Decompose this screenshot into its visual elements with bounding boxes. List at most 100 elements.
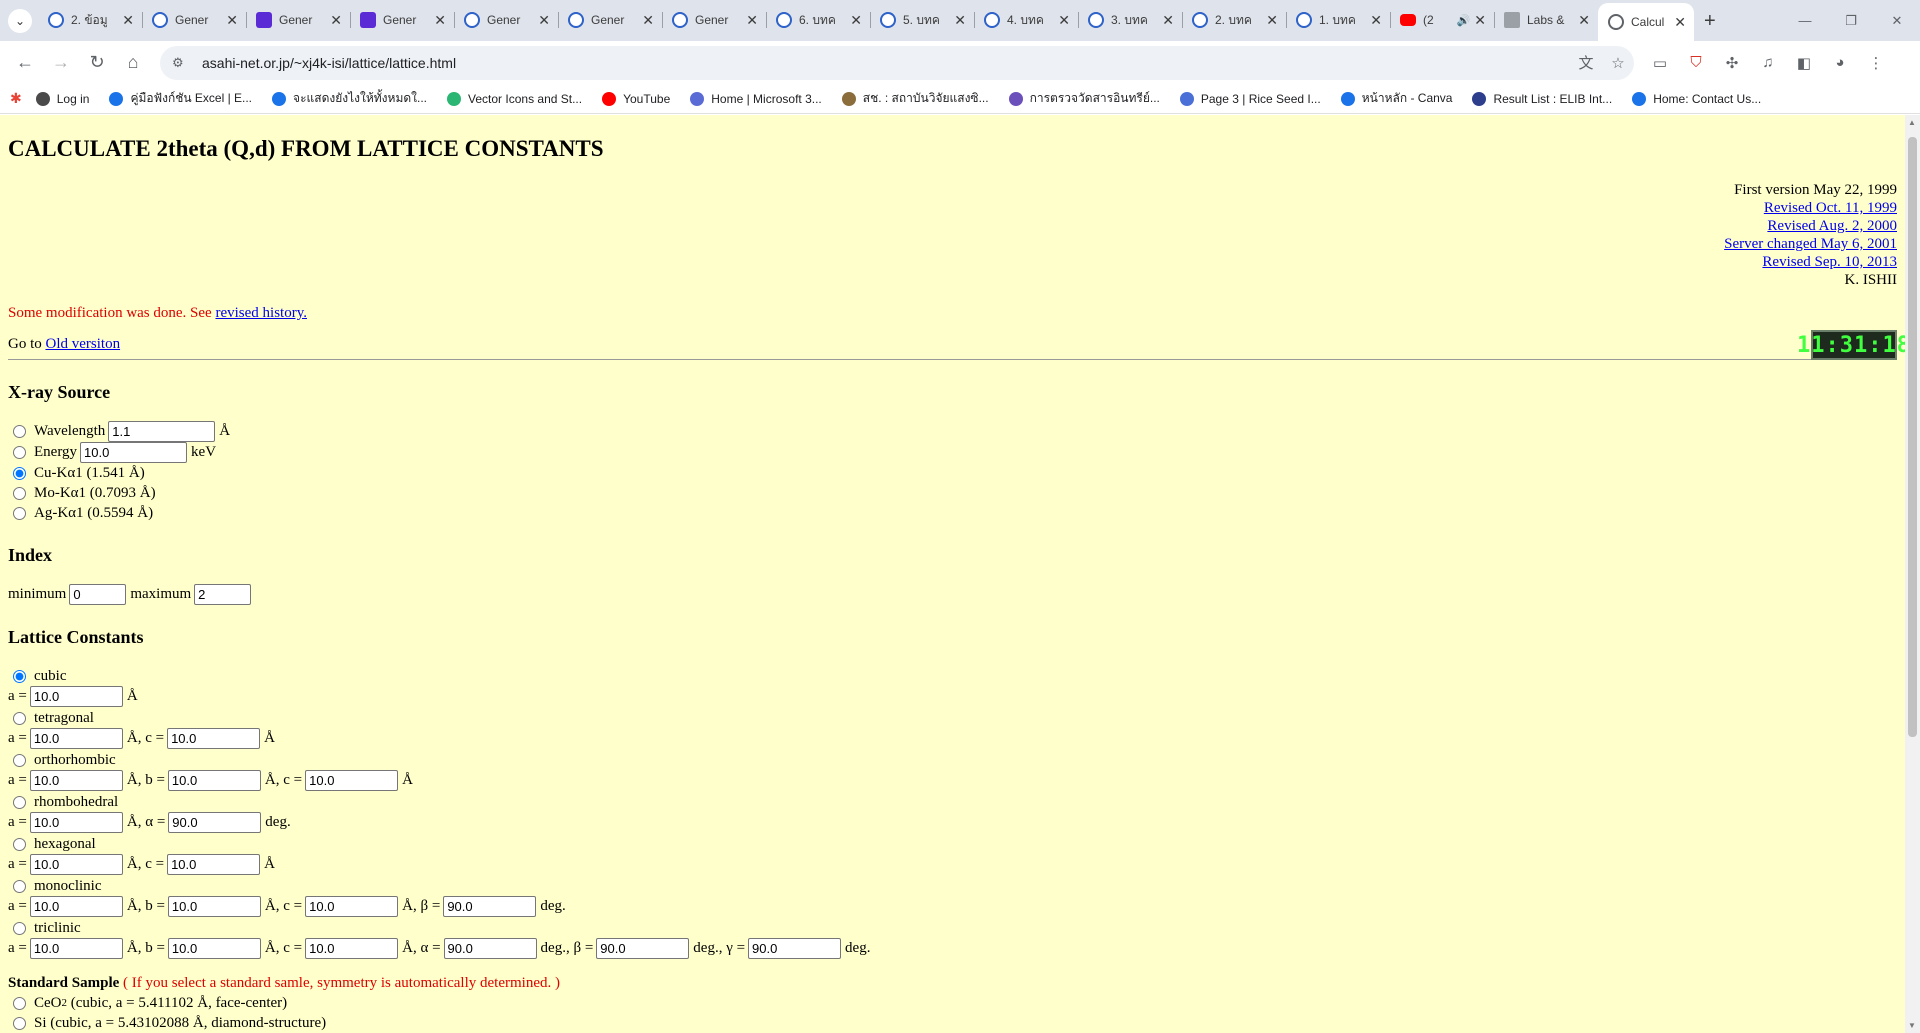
tetragonal-c-input[interactable] xyxy=(167,728,261,749)
browser-tab[interactable]: 2. บทค ✕ xyxy=(1182,3,1286,37)
site-info-icon[interactable]: ⚙ xyxy=(172,55,192,71)
translate-icon[interactable]: 文 xyxy=(1570,52,1602,73)
browser-tab[interactable]: 1. บทค ✕ xyxy=(1286,3,1390,37)
back-arrow-icon[interactable]: ← xyxy=(8,46,42,80)
profile-avatar[interactable]: ◕ xyxy=(1822,46,1858,80)
tab-close-icon[interactable]: ✕ xyxy=(1674,14,1686,31)
close-window-icon[interactable]: ✕ xyxy=(1874,0,1920,41)
revision-link-3[interactable]: Server changed May 6, 2001 xyxy=(1724,236,1897,252)
rhombohedral-radio[interactable] xyxy=(13,795,26,809)
forward-arrow-icon[interactable]: → xyxy=(44,46,78,80)
scroll-up-arrow-icon[interactable]: ▲ xyxy=(1908,118,1916,127)
tab-close-icon[interactable]: ✕ xyxy=(1474,12,1486,29)
minimize-icon[interactable]: — xyxy=(1782,0,1828,41)
tab-close-icon[interactable]: ✕ xyxy=(850,12,862,29)
triclinic-radio[interactable] xyxy=(13,921,26,935)
home-icon[interactable]: ⌂ xyxy=(116,46,150,80)
bookmark-item[interactable]: Page 3 | Rice Seed I... xyxy=(1179,89,1321,108)
tab-close-icon[interactable]: ✕ xyxy=(1266,12,1278,29)
bookmark-item[interactable]: จะแสดงยังไงให้ทั้งหมดใ... xyxy=(272,89,427,108)
media-control-icon[interactable]: ♫ xyxy=(1750,46,1786,80)
browser-tab[interactable]: Gener ✕ xyxy=(662,3,766,37)
orthorhombic-radio[interactable] xyxy=(13,753,26,767)
menu-dots-icon[interactable]: ⋮ xyxy=(1858,46,1894,80)
wavelength-radio[interactable] xyxy=(13,425,26,438)
tab-close-icon[interactable]: ✕ xyxy=(434,12,446,29)
tetragonal-a-input[interactable] xyxy=(29,728,123,749)
revision-link-2[interactable]: Revised Aug. 2, 2000 xyxy=(1767,218,1897,234)
browser-tab[interactable]: Labs & ✕ xyxy=(1494,3,1598,37)
url-text[interactable]: asahi-net.or.jp/~xj4k-isi/lattice/lattic… xyxy=(202,55,1570,71)
hexagonal-radio[interactable] xyxy=(13,837,26,851)
tab-close-icon[interactable]: ✕ xyxy=(746,12,758,29)
browser-tab[interactable]: Gener ✕ xyxy=(350,3,454,37)
bookmark-item[interactable]: Result List : ELIB Int... xyxy=(1472,89,1612,108)
tab-close-icon[interactable]: ✕ xyxy=(1162,12,1174,29)
monoclinic-c-input[interactable] xyxy=(305,896,399,917)
cu-ka1-radio[interactable] xyxy=(13,466,26,480)
orthorhombic-b-input[interactable] xyxy=(167,770,261,791)
cubic-a-input[interactable] xyxy=(29,686,123,707)
orthorhombic-a-input[interactable] xyxy=(29,770,123,791)
tab-close-icon[interactable]: ✕ xyxy=(1058,12,1070,29)
audio-playing-icon[interactable]: 🔊 xyxy=(1457,14,1471,27)
index-min-input[interactable] xyxy=(69,584,127,605)
bookmark-item[interactable]: YouTube xyxy=(602,89,670,108)
mo-ka1-radio[interactable] xyxy=(13,486,26,500)
tab-close-icon[interactable]: ✕ xyxy=(1370,12,1382,29)
browser-tab[interactable]: Gener ✕ xyxy=(558,3,662,37)
triclinic-c-input[interactable] xyxy=(305,938,399,959)
tab-search-chevron-icon[interactable]: ⌄ xyxy=(8,9,32,33)
browser-tab[interactable]: 6. บทค ✕ xyxy=(766,3,870,37)
browser-tab[interactable]: Gener ✕ xyxy=(142,3,246,37)
side-panel-icon[interactable]: ◧ xyxy=(1786,46,1822,80)
monoclinic-radio[interactable] xyxy=(13,879,26,893)
browser-tab[interactable]: 5. บทค ✕ xyxy=(870,3,974,37)
bookmark-item[interactable]: Home: Contact Us... xyxy=(1632,89,1761,108)
hexagonal-c-input[interactable] xyxy=(167,854,261,875)
browser-tab[interactable]: Gener ✕ xyxy=(454,3,558,37)
revised-history-link[interactable]: revised history. xyxy=(215,305,307,321)
restore-icon[interactable]: ❐ xyxy=(1828,0,1874,41)
si-radio[interactable] xyxy=(13,1016,26,1030)
tab-close-icon[interactable]: ✕ xyxy=(122,12,134,29)
extensions-puzzle-icon[interactable]: ✣ xyxy=(1714,46,1750,80)
triclinic-alpha-input[interactable] xyxy=(443,938,537,959)
new-tab-button[interactable]: + xyxy=(1704,10,1716,33)
browser-tab[interactable]: (2 🔊 ✕ xyxy=(1390,3,1494,37)
address-bar[interactable]: ⚙ asahi-net.or.jp/~xj4k-isi/lattice/latt… xyxy=(160,45,1634,80)
scrollbar-thumb[interactable] xyxy=(1908,137,1917,737)
apps-icon[interactable]: ✱ xyxy=(10,90,22,107)
orthorhombic-c-input[interactable] xyxy=(305,770,399,791)
ceo2-radio[interactable] xyxy=(13,996,26,1010)
triclinic-b-input[interactable] xyxy=(167,938,261,959)
scroll-down-arrow-icon[interactable]: ▼ xyxy=(1908,1021,1916,1030)
bookmark-item[interactable]: Home | Microsoft 3... xyxy=(690,89,822,108)
extension-shield-icon[interactable]: ⛉ xyxy=(1678,46,1714,80)
bookmark-item[interactable]: หน้าหลัก - Canva xyxy=(1340,89,1452,108)
tetragonal-radio[interactable] xyxy=(13,711,26,725)
page-scrollbar[interactable]: ▲ ▼ xyxy=(1905,115,1920,1033)
browser-tab[interactable]: Calcul ✕ xyxy=(1598,3,1694,41)
bookmark-item[interactable]: การตรวจวัดสารอินทรีย์... xyxy=(1008,89,1160,108)
monoclinic-a-input[interactable] xyxy=(29,896,123,917)
revision-link-4[interactable]: Revised Sep. 10, 2013 xyxy=(1762,254,1897,270)
tab-close-icon[interactable]: ✕ xyxy=(330,12,342,29)
energy-input[interactable] xyxy=(80,442,188,463)
monoclinic-b-input[interactable] xyxy=(167,896,261,917)
triclinic-gamma-input[interactable] xyxy=(748,938,842,959)
bookmark-item[interactable]: คู่มือฟังก์ชัน Excel | E... xyxy=(109,89,252,108)
bookmark-item[interactable]: Vector Icons and St... xyxy=(447,89,582,108)
browser-tab[interactable]: 3. บทค ✕ xyxy=(1078,3,1182,37)
tab-close-icon[interactable]: ✕ xyxy=(538,12,550,29)
browser-tab[interactable]: 4. บทค ✕ xyxy=(974,3,1078,37)
rhombohedral-a-input[interactable] xyxy=(29,812,123,833)
hexagonal-a-input[interactable] xyxy=(29,854,123,875)
revision-link-1[interactable]: Revised Oct. 11, 1999 xyxy=(1764,200,1897,216)
old-version-link[interactable]: Old versiton xyxy=(46,336,121,352)
index-max-input[interactable] xyxy=(194,584,252,605)
bookmark-item[interactable]: สช. : สถาบันวิจัยแสงซิ... xyxy=(841,89,989,108)
monoclinic-beta-input[interactable] xyxy=(443,896,537,917)
tab-close-icon[interactable]: ✕ xyxy=(1578,12,1590,29)
reload-icon[interactable]: ↻ xyxy=(80,46,114,80)
